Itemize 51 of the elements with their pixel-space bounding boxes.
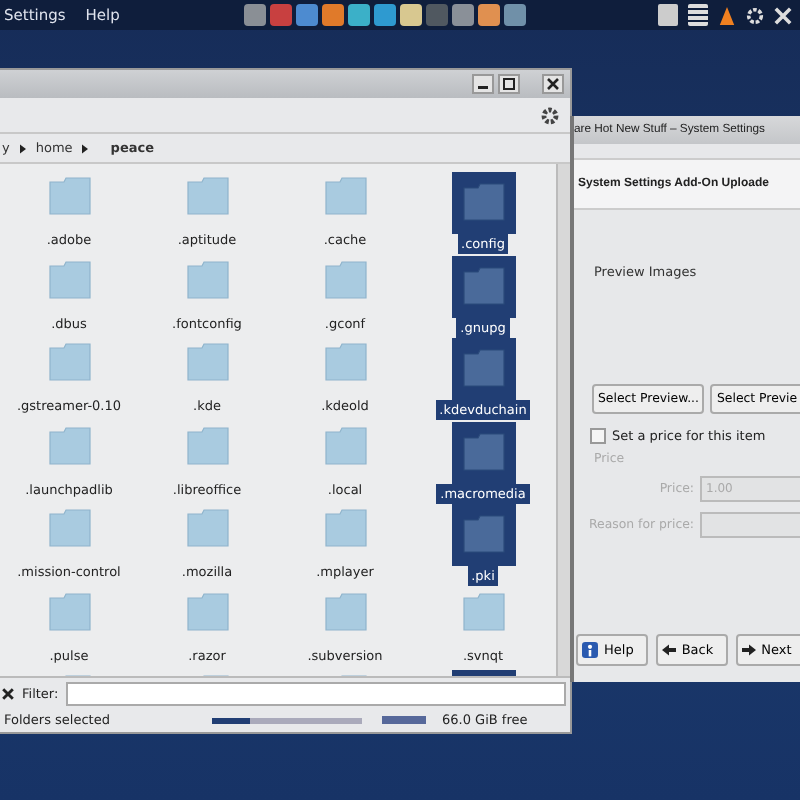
folder-icon (323, 425, 367, 465)
close-icon[interactable] (774, 5, 792, 25)
launcher-icon[interactable] (451, 4, 474, 26)
folder-icon (47, 342, 91, 382)
folder-icon (47, 259, 91, 299)
tray-icon[interactable] (688, 4, 708, 26)
chevron-icon (82, 143, 89, 153)
launcher-icon[interactable] (295, 4, 318, 26)
launcher-icon[interactable] (477, 4, 500, 26)
launcher-icon[interactable] (347, 4, 370, 26)
disk-usage-bar (382, 716, 426, 724)
maximize-button[interactable] (498, 74, 520, 94)
folder-icon (323, 508, 367, 548)
folder-icon (323, 591, 367, 631)
left-arrow-icon (661, 644, 676, 656)
folder-icon (461, 591, 505, 631)
folder-icon (323, 259, 367, 299)
folder-icon (47, 508, 91, 548)
folder-icon (47, 425, 91, 465)
right-arrow-icon (741, 644, 756, 656)
zoom-slider[interactable] (212, 717, 362, 723)
folder-icon (461, 431, 505, 471)
scrollbar[interactable] (556, 164, 570, 676)
folder-icon (461, 265, 505, 305)
close-button[interactable] (542, 74, 564, 94)
folder-icon (185, 591, 229, 631)
folder-icon (323, 176, 367, 216)
help-icon (582, 642, 598, 658)
launcher-icon[interactable] (243, 4, 266, 26)
folder-icon (185, 508, 229, 548)
filter-field[interactable] (66, 681, 566, 705)
folder-icon (323, 342, 367, 382)
clear-icon[interactable] (2, 687, 14, 699)
launcher-icon[interactable] (373, 4, 396, 26)
folder-icon (461, 348, 505, 388)
cone-icon[interactable] (718, 5, 736, 25)
folder-icon (185, 342, 229, 382)
minimize-button[interactable] (472, 74, 494, 94)
folder-icon (47, 176, 91, 216)
checkbox[interactable] (590, 428, 606, 444)
launcher-icon[interactable] (399, 4, 422, 26)
chevron-icon (19, 143, 26, 153)
folder-icon (185, 176, 229, 216)
folder-icon (461, 514, 505, 554)
folder-icon (47, 591, 91, 631)
settings-icon[interactable] (540, 105, 560, 125)
launcher-icon[interactable] (321, 4, 344, 26)
launcher-icon[interactable] (503, 4, 526, 26)
folder-icon (185, 425, 229, 465)
folder-icon (461, 182, 505, 222)
folder-icon (185, 259, 229, 299)
